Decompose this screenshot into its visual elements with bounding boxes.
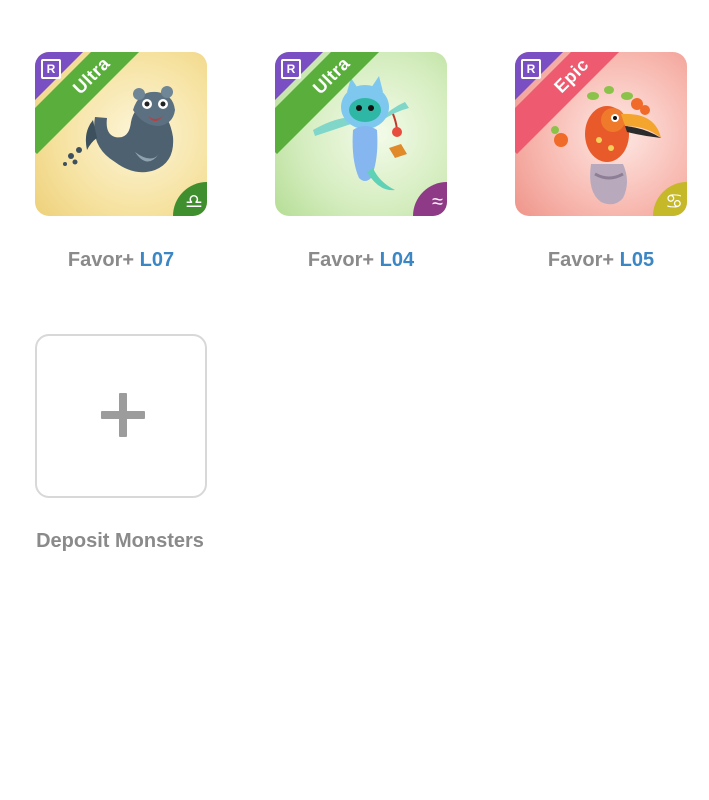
monster-card-3[interactable]: Epic R ♋ bbox=[515, 52, 687, 216]
monster-label-1: Favor+ L07 bbox=[35, 249, 207, 272]
favor-label: Favor+ bbox=[67, 249, 135, 271]
monster-grid: Ultra R ♎ Favor+ L07 Ultra R ≈ Favor+ L0… bbox=[0, 0, 709, 800]
registry-badge: R bbox=[521, 59, 541, 79]
favor-label: Favor+ bbox=[307, 249, 375, 271]
plus-icon-vertical bbox=[119, 393, 127, 437]
monster-label-3: Favor+ L05 bbox=[515, 249, 687, 272]
deposit-monsters-button[interactable] bbox=[35, 334, 207, 498]
monster-card-2[interactable]: Ultra R ≈ bbox=[275, 52, 447, 216]
level-label: L04 bbox=[379, 249, 415, 271]
registry-badge: R bbox=[41, 59, 61, 79]
monster-card-1[interactable]: Ultra R ♎ bbox=[35, 52, 207, 216]
level-label: L05 bbox=[619, 249, 655, 271]
registry-badge: R bbox=[281, 59, 301, 79]
deposit-monsters-label[interactable]: Deposit Monsters bbox=[20, 530, 220, 553]
level-label: L07 bbox=[139, 249, 175, 271]
favor-label: Favor+ bbox=[547, 249, 615, 271]
monster-label-2: Favor+ L04 bbox=[275, 249, 447, 272]
